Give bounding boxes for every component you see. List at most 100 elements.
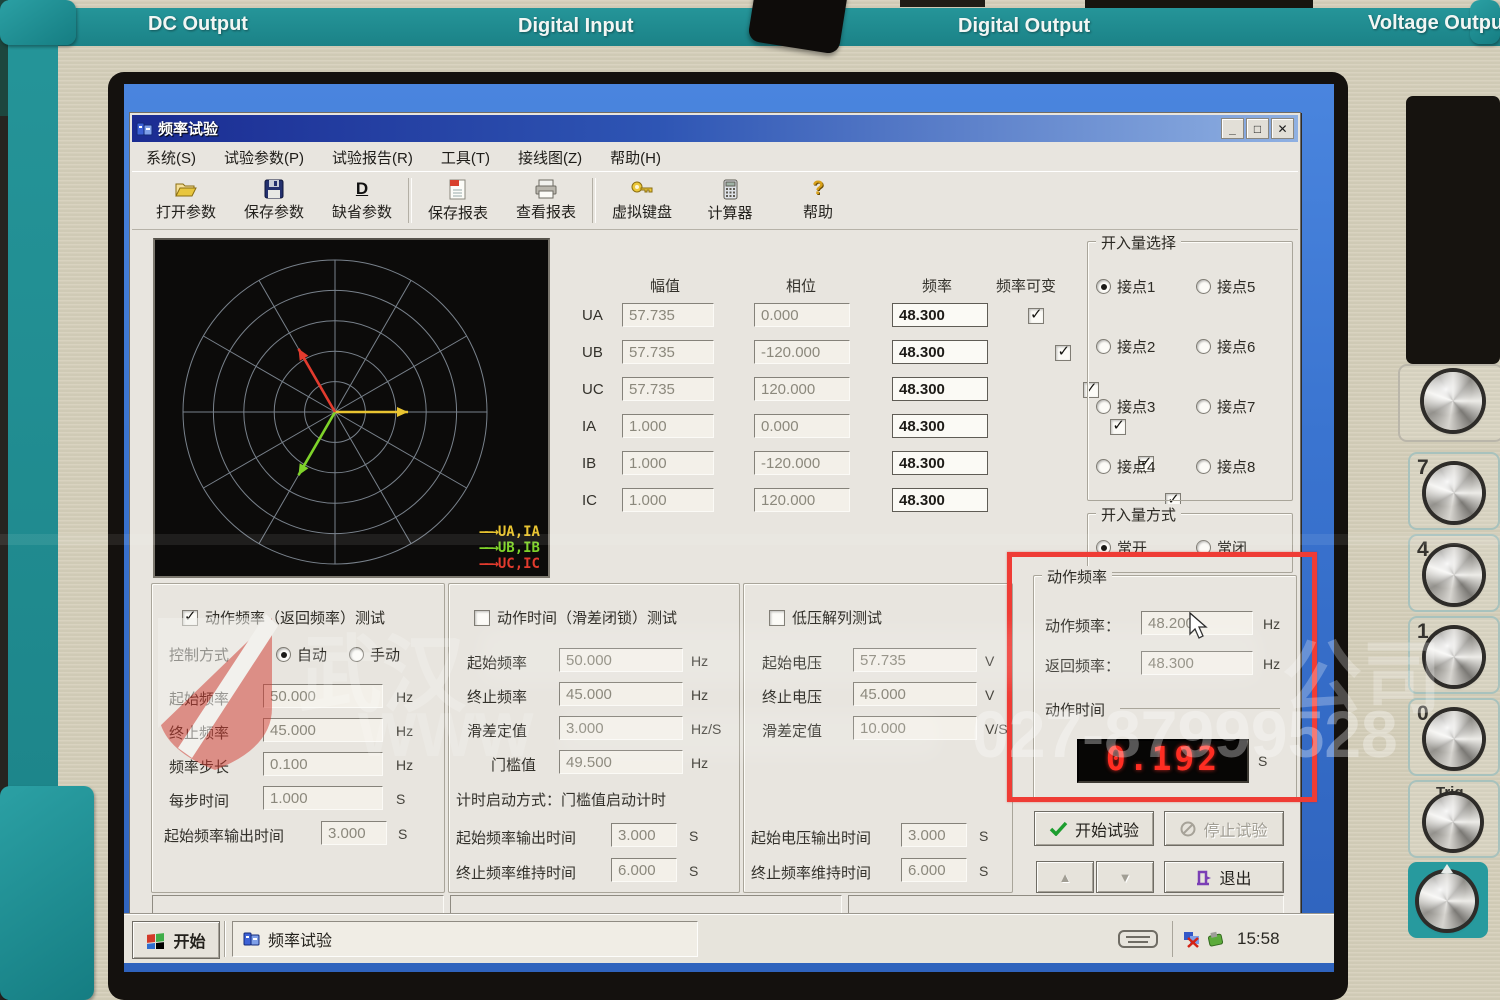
uc-frequency-field[interactable]: 48.300 xyxy=(892,377,988,401)
slip-setting-field[interactable]: 3.000 xyxy=(559,716,683,740)
threshold-field[interactable]: 49.500 xyxy=(559,750,683,774)
start-freq-output-time2-field[interactable]: 3.000 xyxy=(611,823,677,847)
auto-radio[interactable]: 自动 xyxy=(276,644,327,665)
ua-amplitude-field[interactable]: 57.735 xyxy=(622,303,714,327)
desktop: 频率试验 _ □ ✕ 系统(S) 试验参数(P) 试验报告(R) 工具(T) 接… xyxy=(124,84,1334,972)
start-freq-output-time-field[interactable]: 3.000 xyxy=(321,821,387,845)
task-button-frequency-test[interactable]: 频率试验 xyxy=(232,921,698,957)
exit-door-icon xyxy=(1197,870,1212,885)
contact8-radio[interactable]: 接点8 xyxy=(1196,456,1255,477)
contact3-radio[interactable]: 接点3 xyxy=(1096,396,1155,417)
ub-freq-variable-checkbox[interactable] xyxy=(1055,342,1072,361)
end-freq-hold-time3-field[interactable]: 6.000 xyxy=(901,858,967,882)
device-front-panel: DC Output Digital Input Digital Output V… xyxy=(0,0,1500,1000)
ic-frequency-field[interactable]: 48.300 xyxy=(892,488,988,512)
keyboard-icon[interactable] xyxy=(1118,928,1158,950)
start-freq-output-time2-label: 起始频率输出时间 xyxy=(456,830,577,847)
ua-phase-field[interactable]: 0.000 xyxy=(754,303,850,327)
start-voltage-output-time-field[interactable]: 3.000 xyxy=(901,823,967,847)
menu-help[interactable]: 帮助(H) xyxy=(596,143,675,171)
legend-uc-ic: ——→ UC,IC xyxy=(479,556,540,572)
menu-test-report[interactable]: 试验报告(R) xyxy=(318,143,427,171)
maximize-button[interactable]: □ xyxy=(1246,118,1269,139)
normally-closed-radio[interactable]: 常闭 xyxy=(1196,537,1247,558)
save-params-button[interactable]: 保存参数 xyxy=(230,172,318,229)
contact2-radio[interactable]: 接点2 xyxy=(1096,336,1155,357)
uc-amplitude-field[interactable]: 57.735 xyxy=(622,377,714,401)
help-button[interactable]: ? 帮助 xyxy=(774,172,862,229)
start-test-button[interactable]: 开始试验 xyxy=(1034,811,1154,846)
low-voltage-test-checkbox[interactable]: 低压解列测试 xyxy=(769,607,882,628)
top-left-corner-cap xyxy=(0,0,76,45)
start-freq-output-time-label: 起始频率输出时间 xyxy=(164,828,285,845)
open-params-button[interactable]: 打开参数 xyxy=(142,172,230,229)
app-window: 频率试验 _ □ ✕ 系统(S) 试验参数(P) 试验报告(R) 工具(T) 接… xyxy=(129,112,1301,920)
start-button[interactable]: 开始 xyxy=(132,921,220,959)
contact6-radio[interactable]: 接点6 xyxy=(1196,336,1255,357)
timing-start-note: 计时启动方式：门槛值启动计时 xyxy=(456,792,667,809)
ib-amplitude-field[interactable]: 1.000 xyxy=(622,451,714,475)
contact7-radio[interactable]: 接点7 xyxy=(1196,396,1255,417)
calculator-button[interactable]: 计算器 xyxy=(686,172,774,229)
exit-button[interactable]: 退出 xyxy=(1164,861,1284,893)
ua-freq-variable-checkbox[interactable] xyxy=(1028,305,1044,324)
report-save-icon xyxy=(449,179,466,199)
menu-wiring-diagram[interactable]: 接线图(Z) xyxy=(504,143,596,171)
ib-phase-field[interactable]: -120.000 xyxy=(754,451,850,475)
manual-radio[interactable]: 手动 xyxy=(349,644,400,665)
ub-frequency-field[interactable]: 48.300 xyxy=(892,340,988,364)
threshold-label: 门槛值 xyxy=(491,757,537,774)
floppy-icon xyxy=(264,179,284,199)
ia-phase-field[interactable]: 0.000 xyxy=(754,414,850,438)
step-time-field[interactable]: 1.000 xyxy=(263,786,383,810)
virtual-keyboard-button[interactable]: 虚拟键盘 xyxy=(598,172,686,229)
action-time-test-checkbox[interactable]: 动作时间（滑差闭锁）测试 xyxy=(474,607,677,628)
end-freq-hold-time2-field[interactable]: 6.000 xyxy=(611,858,677,882)
menu-tools[interactable]: 工具(T) xyxy=(427,143,504,171)
clock[interactable]: 15:58 xyxy=(1237,929,1280,949)
ua-frequency-field[interactable]: 48.300 xyxy=(892,303,988,327)
slip-setting-v-field[interactable]: 10.000 xyxy=(853,716,977,740)
down-button[interactable]: ▼ xyxy=(1096,861,1154,893)
close-button[interactable]: ✕ xyxy=(1271,118,1294,139)
default-params-button[interactable]: D 缺省参数 xyxy=(318,172,406,229)
windows-flag-icon xyxy=(147,933,165,949)
stop-test-button[interactable]: 停止试验 xyxy=(1164,811,1284,846)
contact5-radio[interactable]: 接点5 xyxy=(1196,276,1255,297)
end-freq-hold-time3-label: 终止频率维持时间 xyxy=(751,865,872,882)
ia-frequency-field[interactable]: 48.300 xyxy=(892,414,988,438)
uc-phase-field[interactable]: 120.000 xyxy=(754,377,850,401)
contact1-radio[interactable]: 接点1 xyxy=(1096,276,1155,297)
minimize-button[interactable]: _ xyxy=(1221,118,1244,139)
ib-frequency-field[interactable]: 48.300 xyxy=(892,451,988,475)
photo-background-top2 xyxy=(900,0,985,7)
start-freq2-field[interactable]: 50.000 xyxy=(559,648,683,672)
ub-phase-field[interactable]: -120.000 xyxy=(754,340,850,364)
start-voltage-field[interactable]: 57.735 xyxy=(853,648,977,672)
toolbar-separator xyxy=(408,178,412,223)
normally-open-radio[interactable]: 常开 xyxy=(1096,537,1147,558)
ic-phase-field[interactable]: 120.000 xyxy=(754,488,850,512)
ia-amplitude-field[interactable]: 1.000 xyxy=(622,414,714,438)
view-report-button[interactable]: 查看报表 xyxy=(502,172,590,229)
keypad-4: 4 xyxy=(1408,534,1500,612)
up-button[interactable]: ▲ xyxy=(1036,861,1094,893)
ic-amplitude-field[interactable]: 1.000 xyxy=(622,488,714,512)
return-freq-result-field[interactable]: 48.300 xyxy=(1141,651,1253,675)
end-freq2-field[interactable]: 45.000 xyxy=(559,682,683,706)
menu-test-params[interactable]: 试验参数(P) xyxy=(210,143,318,171)
side-black-panel xyxy=(1406,96,1500,364)
end-freq-hold-time2-label: 终止频率维持时间 xyxy=(456,865,577,882)
green-tray-icon[interactable] xyxy=(1207,931,1225,948)
ub-amplitude-field[interactable]: 57.735 xyxy=(622,340,714,364)
keypad-7: 7 xyxy=(1408,452,1500,530)
contact4-radio[interactable]: 接点4 xyxy=(1096,456,1155,477)
monitor-frame: 频率试验 _ □ ✕ 系统(S) 试验参数(P) 试验报告(R) 工具(T) 接… xyxy=(108,72,1348,1000)
toolbar-separator xyxy=(592,178,596,223)
menu-system[interactable]: 系统(S) xyxy=(132,143,210,171)
end-voltage-field[interactable]: 45.000 xyxy=(853,682,977,706)
network-error-tray-icon[interactable] xyxy=(1183,931,1201,948)
key-icon xyxy=(631,181,653,193)
save-report-button[interactable]: 保存报表 xyxy=(414,172,502,229)
title-bar[interactable]: 频率试验 _ □ ✕ xyxy=(132,115,1298,142)
